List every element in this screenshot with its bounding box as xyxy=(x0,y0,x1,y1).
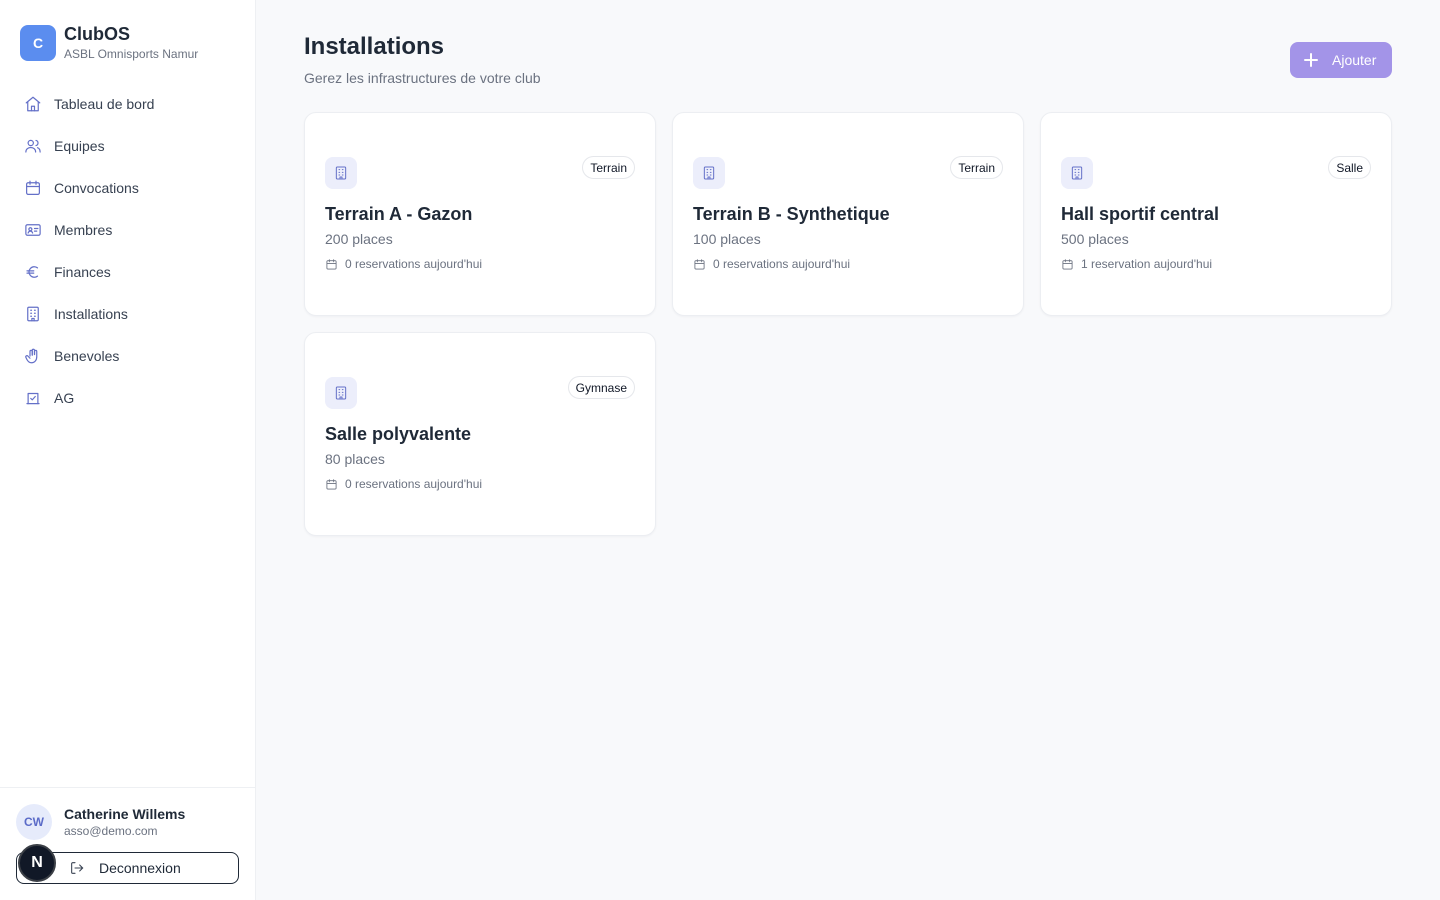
user-name: Catherine Willems xyxy=(64,806,186,822)
plus-icon xyxy=(1304,53,1318,67)
euro-icon xyxy=(26,266,39,278)
sidebar-item-label: Membres xyxy=(54,222,113,238)
building-icon xyxy=(325,377,357,409)
facility-type-badge: Gymnase xyxy=(567,376,635,399)
calendar-icon xyxy=(326,258,337,270)
facility-type-badge: Terrain xyxy=(950,156,1003,179)
page-subtitle: Gerez les infrastructures de votre club xyxy=(304,70,541,86)
calendar-icon xyxy=(694,258,705,270)
facility-capacity: 500 places xyxy=(1061,231,1129,247)
sidebar-item-label: Equipes xyxy=(54,138,105,154)
sidebar: C ClubOS ASBL Omnisports Namur Tableau d… xyxy=(0,0,256,900)
user-profile[interactable]: CW Catherine Willems asso@demo.com xyxy=(16,804,185,840)
reservations-label: 0 reservations aujourd'hui xyxy=(345,477,483,491)
facility-capacity: 80 places xyxy=(325,451,385,467)
id-card-icon xyxy=(25,224,41,236)
sidebar-item-benevoles[interactable]: Benevoles xyxy=(12,337,244,375)
facility-reservations: 1 reservation aujourd'hui xyxy=(1061,257,1212,271)
building-icon xyxy=(1061,157,1093,189)
avatar: CW xyxy=(16,804,52,840)
reservations-label: 0 reservations aujourd'hui xyxy=(713,257,851,271)
sidebar-item-ag[interactable]: AG xyxy=(12,379,244,417)
sidebar-item-label: Finances xyxy=(54,264,111,280)
logout-label: Deconnexion xyxy=(99,860,181,876)
sidebar-item-label: Installations xyxy=(54,306,128,322)
sidebar-item-membres[interactable]: Membres xyxy=(12,211,244,249)
home-icon xyxy=(25,96,41,112)
brand-logo: C xyxy=(20,25,56,61)
facility-card[interactable]: Terrain Terrain A - Gazon 200 places 0 r… xyxy=(304,112,656,316)
facility-reservations: 0 reservations aujourd'hui xyxy=(325,257,482,271)
reservations-label: 1 reservation aujourd'hui xyxy=(1081,257,1213,271)
facility-capacity: 200 places xyxy=(325,231,393,247)
facility-card[interactable]: Terrain Terrain B - Synthetique 100 plac… xyxy=(672,112,1024,316)
facility-card[interactable]: Gymnase Salle polyvalente 80 places 0 re… xyxy=(304,332,656,536)
sidebar-item-label: AG xyxy=(54,390,75,406)
facility-name: Terrain A - Gazon xyxy=(325,204,473,224)
facility-card[interactable]: Salle Hall sportif central 500 places 1 … xyxy=(1040,112,1392,316)
user-email: asso@demo.com xyxy=(64,824,158,838)
brand-subtitle: ASBL Omnisports Namur xyxy=(64,47,199,61)
facility-name: Salle polyvalente xyxy=(325,424,472,444)
calendar-icon xyxy=(26,180,40,195)
facility-type-badge: Salle xyxy=(1328,156,1371,179)
sidebar-item-tableau-de-bord[interactable]: Tableau de bord xyxy=(12,85,244,123)
facility-type-badge: Terrain xyxy=(582,156,635,179)
facility-reservations: 0 reservations aujourd'hui xyxy=(325,477,482,491)
sidebar-item-convocations[interactable]: Convocations xyxy=(12,169,244,207)
page-title: Installations xyxy=(304,33,445,60)
users-icon xyxy=(25,139,41,153)
brand-text: ClubOS ASBL Omnisports Namur xyxy=(64,24,198,62)
facility-reservations: 0 reservations aujourd'hui xyxy=(693,257,850,271)
hand-icon xyxy=(25,348,38,364)
sidebar-nav: Tableau de bord Equipes Convocations Mem… xyxy=(12,85,244,421)
brand[interactable]: C ClubOS ASBL Omnisports Namur xyxy=(20,24,198,62)
user-info: Catherine Willems asso@demo.com xyxy=(64,805,185,839)
facility-name: Hall sportif central xyxy=(1061,204,1220,224)
logout-icon xyxy=(71,862,84,874)
vote-icon xyxy=(26,392,40,405)
dev-tools-badge[interactable]: N xyxy=(18,844,56,882)
facility-capacity: 100 places xyxy=(693,231,761,247)
add-button-label: Ajouter xyxy=(1332,52,1377,68)
sidebar-item-equipes[interactable]: Equipes xyxy=(12,127,244,165)
building-icon xyxy=(693,157,725,189)
reservations-label: 0 reservations aujourd'hui xyxy=(345,257,483,271)
sidebar-item-label: Convocations xyxy=(54,180,139,196)
calendar-icon xyxy=(326,478,337,490)
building-icon xyxy=(325,157,357,189)
facility-name: Terrain B - Synthetique xyxy=(693,204,890,224)
building-icon xyxy=(27,306,39,322)
sidebar-item-finances[interactable]: Finances xyxy=(12,253,244,291)
add-button[interactable]: Ajouter xyxy=(1290,42,1392,78)
calendar-icon xyxy=(1062,258,1073,270)
sidebar-item-label: Tableau de bord xyxy=(54,96,155,112)
brand-name: ClubOS xyxy=(64,24,130,44)
user-section: CW Catherine Willems asso@demo.com N Dec… xyxy=(0,787,256,900)
sidebar-item-label: Benevoles xyxy=(54,348,120,364)
sidebar-item-installations[interactable]: Installations xyxy=(12,295,244,333)
